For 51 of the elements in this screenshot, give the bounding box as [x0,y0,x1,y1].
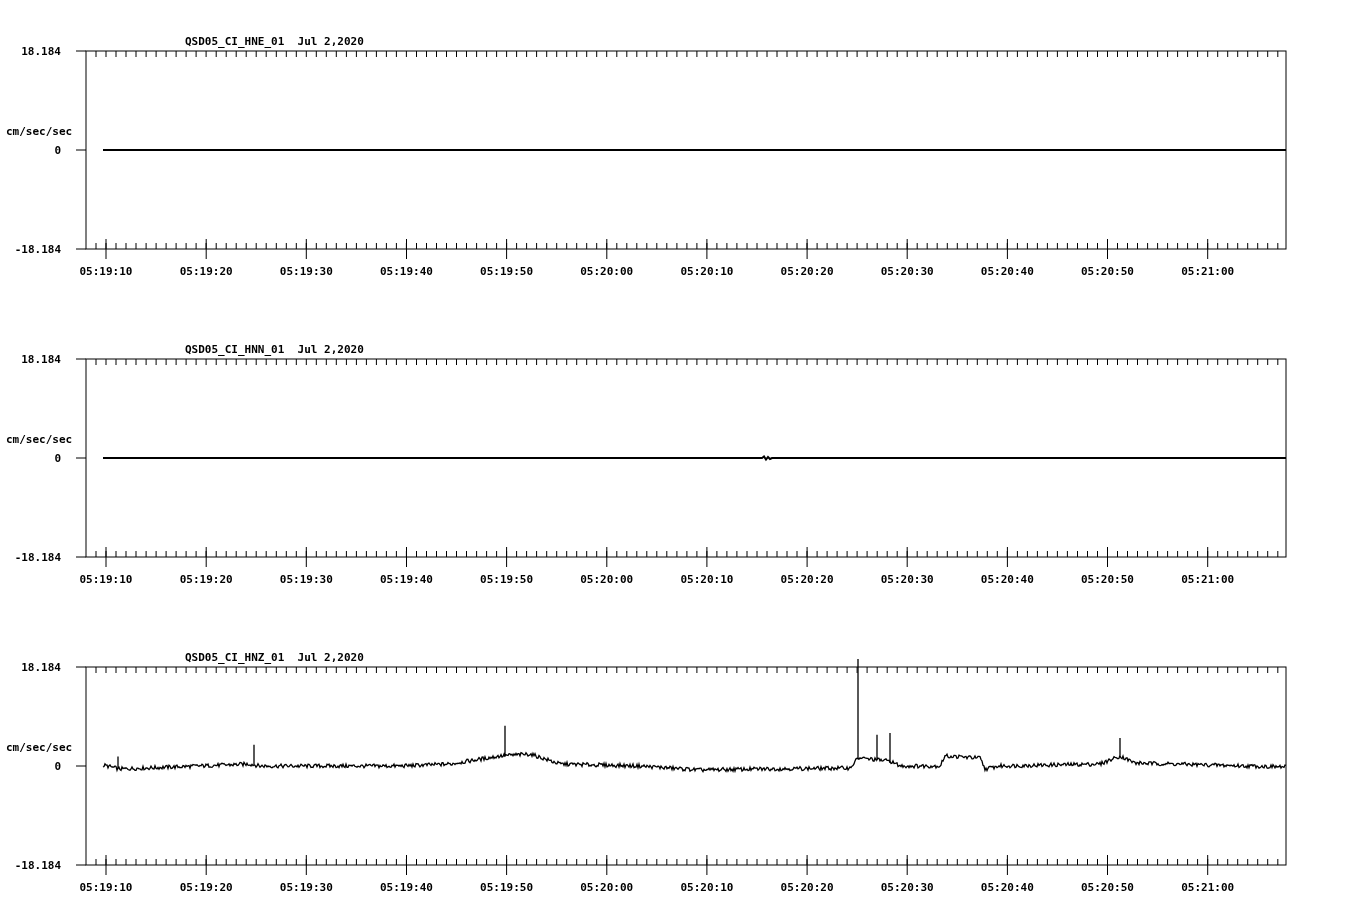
tick-label: 05:19:20 [179,265,233,278]
tick-label: 05:19:30 [279,265,333,278]
axis-label: cm/sec/sec [6,125,73,138]
tick-label: 05:19:30 [279,573,333,586]
tick-label: 05:20:30 [880,881,934,894]
tick-label: 05:19:40 [379,265,433,278]
tick-label: -18.184 [14,859,61,872]
tick-label: 05:19:30 [279,881,333,894]
tick-label: 0 [54,452,61,465]
tick-label: 05:19:20 [179,573,233,586]
tick-label: 18.184 [21,45,61,58]
tick-label: 05:19:50 [480,265,534,278]
tick-label: 05:19:10 [79,881,133,894]
tick-label: 05:20:00 [580,881,634,894]
panel-title: QSD05_CI_HNN_01 Jul 2,2020 [185,343,364,356]
axis-label: cm/sec/sec [6,741,73,754]
tick-label: 05:21:00 [1181,265,1235,278]
panel-title: QSD05_CI_HNE_01 Jul 2,2020 [185,35,364,48]
tick-label: 05:20:50 [1081,573,1134,586]
tick-label: 05:19:10 [79,265,133,278]
axis-label: cm/sec/sec [6,433,73,446]
tick-label: 05:20:20 [780,881,834,894]
tick-label: 05:21:00 [1181,573,1235,586]
tick-label: 05:19:40 [379,573,433,586]
tick-label: 0 [54,760,61,773]
tick-label: 05:19:10 [79,573,133,586]
tick-label: 05:20:10 [680,265,734,278]
tick-label: 05:19:50 [480,573,534,586]
tick-label: 0 [54,144,61,157]
tick-label: 05:20:00 [580,573,634,586]
tick-label: 05:20:30 [880,573,934,586]
tick-label: 05:20:40 [980,265,1034,278]
tick-label: -18.184 [14,243,61,256]
panel-title: QSD05_CI_HNZ_01 Jul 2,2020 [185,651,364,664]
tick-label: 05:20:10 [680,881,734,894]
tick-label: 05:19:20 [179,881,233,894]
tick-label: 05:20:40 [980,573,1034,586]
tick-label: 05:20:20 [780,573,834,586]
tick-label: 18.184 [21,353,61,366]
tick-label: 05:20:50 [1081,881,1134,894]
tick-label: -18.184 [14,551,61,564]
tick-label: 05:20:50 [1081,265,1134,278]
tick-label: 05:21:00 [1181,881,1235,894]
tick-label: 05:20:30 [880,265,934,278]
tick-label: 05:20:20 [780,265,834,278]
tick-label: 05:19:40 [379,881,433,894]
tick-label: 18.184 [21,661,61,674]
tick-label: 05:20:00 [580,265,634,278]
tick-label: 05:19:50 [480,881,534,894]
tick-label: 05:20:40 [980,881,1034,894]
tick-label: 05:20:10 [680,573,734,586]
